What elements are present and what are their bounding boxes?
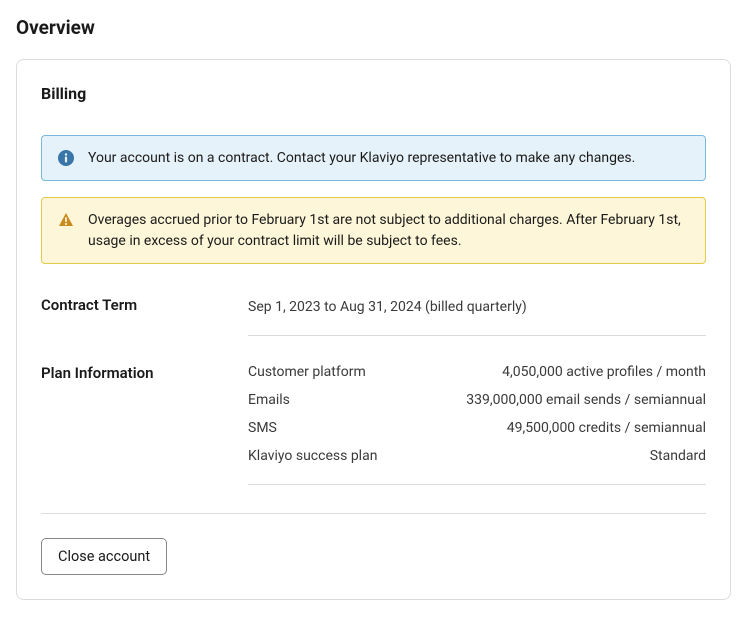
plan-line: Emails 339,000,000 email sends / semiann… bbox=[248, 392, 706, 408]
plan-info-block: Customer platform 4,050,000 active profi… bbox=[248, 364, 706, 485]
plan-line: Klaviyo success plan Standard bbox=[248, 448, 706, 464]
contract-term-row: Contract Term Sep 1, 2023 to Aug 31, 202… bbox=[41, 296, 706, 336]
alert-info-text: Your account is on a contract. Contact y… bbox=[88, 148, 635, 168]
plan-item-name: Emails bbox=[248, 392, 290, 408]
plan-item-value: 4,050,000 active profiles / month bbox=[502, 364, 706, 380]
close-account-button[interactable]: Close account bbox=[41, 538, 167, 575]
card-title: Billing bbox=[41, 84, 706, 103]
plan-item-value: 49,500,000 credits / semiannual bbox=[507, 420, 706, 436]
plan-item-name: Klaviyo success plan bbox=[248, 448, 377, 464]
alert-info: Your account is on a contract. Contact y… bbox=[41, 135, 706, 181]
plan-item-name: SMS bbox=[248, 420, 277, 436]
billing-card: Billing Your account is on a contract. C… bbox=[16, 59, 731, 600]
info-icon bbox=[58, 150, 74, 166]
actions-section: Close account bbox=[41, 513, 706, 575]
page-title: Overview bbox=[16, 16, 731, 39]
alert-warning-text: Overages accrued prior to February 1st a… bbox=[88, 210, 689, 251]
plan-line: SMS 49,500,000 credits / semiannual bbox=[248, 420, 706, 436]
plan-item-value: 339,000,000 email sends / semiannual bbox=[466, 392, 706, 408]
plan-item-name: Customer platform bbox=[248, 364, 366, 380]
plan-info-row: Plan Information Customer platform 4,050… bbox=[41, 364, 706, 485]
alert-warning: Overages accrued prior to February 1st a… bbox=[41, 197, 706, 264]
details-section: Contract Term Sep 1, 2023 to Aug 31, 202… bbox=[41, 296, 706, 485]
warning-icon bbox=[58, 212, 74, 228]
contract-term-value: Sep 1, 2023 to Aug 31, 2024 (billed quar… bbox=[248, 299, 527, 315]
contract-term-label: Contract Term bbox=[41, 296, 248, 336]
plan-info-label: Plan Information bbox=[41, 364, 248, 485]
plan-item-value: Standard bbox=[650, 448, 706, 464]
plan-line: Customer platform 4,050,000 active profi… bbox=[248, 364, 706, 380]
contract-term-value-block: Sep 1, 2023 to Aug 31, 2024 (billed quar… bbox=[248, 296, 706, 336]
